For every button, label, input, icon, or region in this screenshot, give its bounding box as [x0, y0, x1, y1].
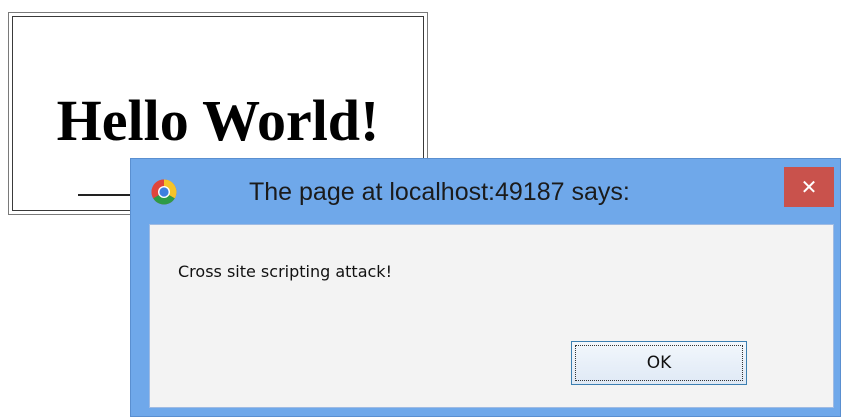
- alert-message: Cross site scripting attack!: [178, 262, 392, 281]
- chrome-icon: [151, 179, 177, 205]
- alert-titlebar[interactable]: The page at localhost:49187 says: ✕: [131, 159, 840, 225]
- ok-button[interactable]: OK: [571, 341, 747, 385]
- page-heading: Hello World!: [56, 88, 380, 153]
- ok-button-label: OK: [646, 353, 672, 373]
- close-button[interactable]: ✕: [784, 167, 834, 207]
- alert-content: Cross site scripting attack! OK: [149, 224, 834, 408]
- alert-dialog: The page at localhost:49187 says: ✕ Cros…: [130, 158, 841, 417]
- frame-underline: [78, 194, 138, 196]
- close-icon: ✕: [800, 175, 818, 199]
- alert-title: The page at localhost:49187 says:: [249, 178, 630, 206]
